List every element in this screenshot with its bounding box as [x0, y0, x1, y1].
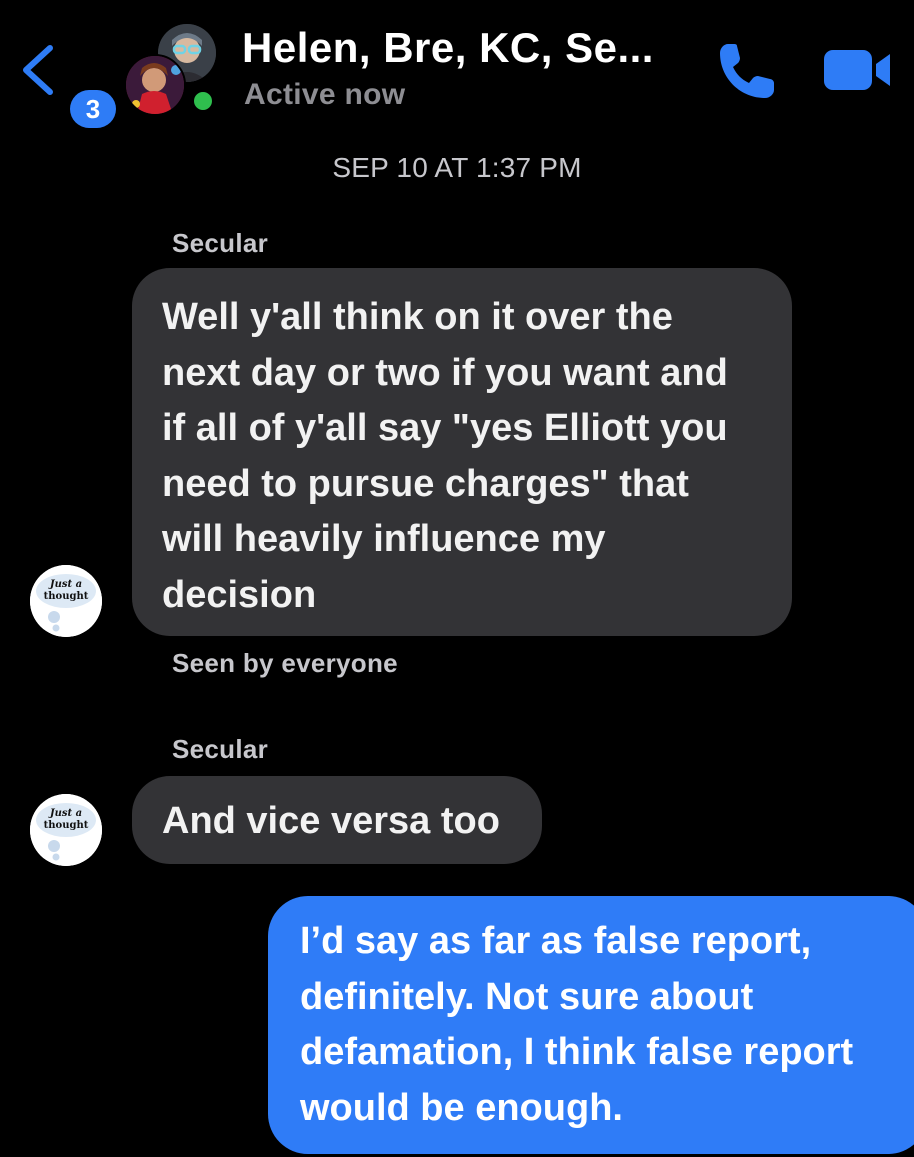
message-bubble-incoming[interactable]: And vice versa too: [132, 776, 542, 864]
back-button[interactable]: 3: [18, 40, 116, 128]
sender-name: Secular: [172, 734, 269, 764]
online-status-dot: [190, 88, 216, 114]
conversation-header: 3 Helen, Bre, KC, Se... Active now: [0, 0, 914, 130]
message-bubble-incoming[interactable]: Well y'all think on it over the next day…: [132, 268, 792, 636]
message-line: will heavily influence my: [162, 518, 606, 560]
message-line: I’d say as far as false report,: [300, 920, 812, 962]
unread-count-badge: 3: [70, 90, 116, 128]
message-line: next day or two if you want and: [162, 351, 728, 394]
message-line: Well y'all think on it over the: [162, 296, 673, 338]
sender-avatar[interactable]: Just a thought: [30, 565, 102, 637]
thought-bubble-icon: Just a thought: [30, 565, 102, 637]
unread-count: 3: [85, 94, 101, 124]
group-avatar[interactable]: [124, 22, 224, 122]
message-line: need to pursue charges" that: [162, 462, 689, 505]
sender-name: Secular: [172, 228, 269, 258]
thread-timestamp: SEP 10 AT 1:37 PM: [332, 152, 582, 183]
avatar-text: Just a: [48, 808, 82, 819]
chevron-left-icon: [23, 45, 53, 95]
avatar-text: thought: [44, 591, 89, 602]
message-line: And vice versa too: [162, 800, 500, 842]
avatar-text: Just a: [48, 579, 82, 590]
message-line: would be enough.: [300, 1086, 623, 1129]
active-status: Active now: [244, 78, 406, 111]
phone-icon[interactable]: [712, 36, 782, 106]
video-camera-icon[interactable]: [820, 40, 896, 100]
message-line: if all of y'all say "yes Elliott you: [162, 407, 728, 449]
thought-bubble-icon: Just a thought: [30, 794, 102, 866]
read-receipt: Seen by everyone: [172, 648, 398, 678]
member-avatar-photo: [124, 54, 186, 116]
message-line: decision: [162, 573, 317, 616]
message-bubble-outgoing[interactable]: I’d say as far as false report, definite…: [268, 896, 914, 1154]
message-line: definitely. Not sure about: [300, 975, 754, 1018]
conversation-title[interactable]: Helen, Bre, KC, Se...: [242, 24, 654, 72]
message-line: defamation, I think false report: [300, 1031, 854, 1073]
avatar-text: thought: [44, 820, 89, 831]
sender-avatar[interactable]: Just a thought: [30, 794, 102, 866]
